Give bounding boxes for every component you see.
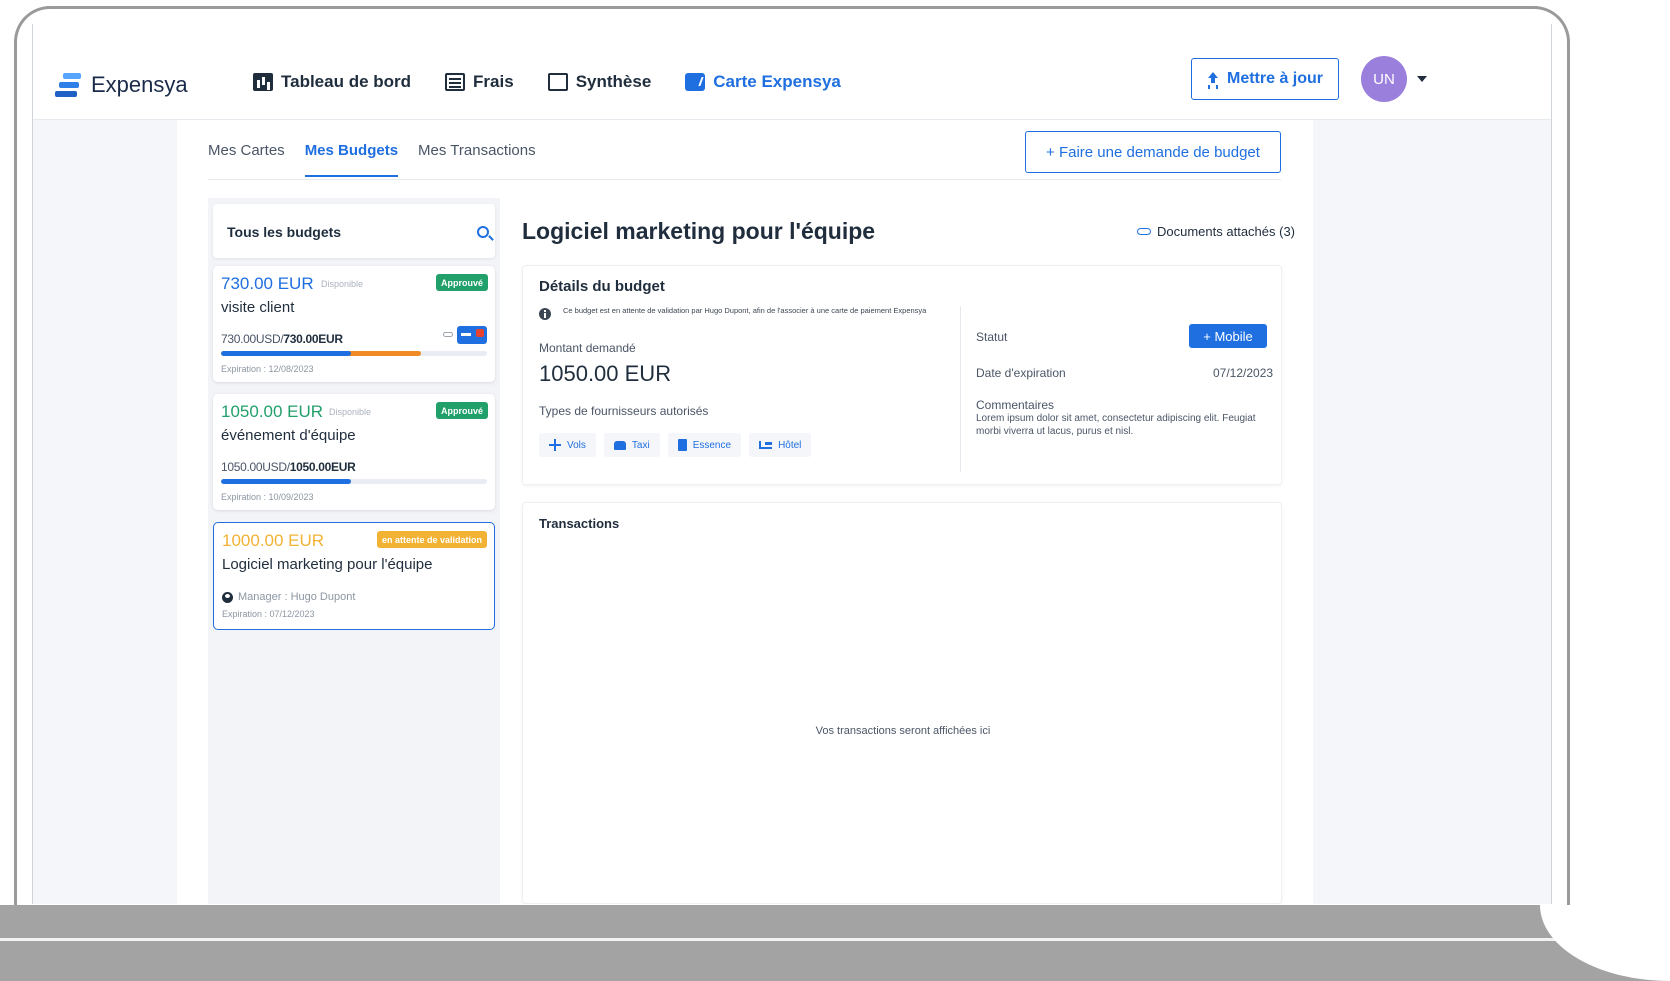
window-icon (547, 73, 568, 91)
supplier-tag-flights[interactable]: Vols (539, 433, 596, 457)
budget-details-card: Détails du budget Ce budget est en atten… (522, 265, 1282, 485)
nav-dashboard-label: Tableau de bord (281, 72, 412, 91)
details-section-title: Détails du budget (539, 278, 665, 295)
budget-name: événement d'équipe (221, 427, 356, 444)
attached-documents-link[interactable]: Documents attachés (3) (1137, 224, 1295, 239)
user-icon (222, 591, 233, 603)
update-button-label: Mettre à jour (1226, 70, 1323, 87)
top-navigation-bar: Expensya Tableau de bord Frais Synthèse … (33, 24, 1551, 120)
paperclip-icon (1137, 228, 1151, 235)
budget-progress-bar (221, 479, 487, 484)
transactions-empty-state: Vos transactions seront affichées ici (815, 725, 991, 737)
comments-text: Lorem ipsum dolor sit amet, consectetur … (976, 413, 1256, 437)
available-label: Disponible (321, 279, 364, 289)
expensya-logo-icon (55, 73, 81, 97)
upload-icon (1207, 72, 1219, 86)
comments-label: Commentaires (976, 398, 1055, 412)
nav-expenses-label: Frais (473, 72, 514, 91)
tab-my-budgets[interactable]: Mes Budgets (304, 142, 399, 177)
budget-detail-title: Logiciel marketing pour l'équipe (522, 218, 876, 244)
search-icon[interactable] (477, 226, 489, 238)
nav-dashboard[interactable]: Tableau de bord (253, 72, 411, 92)
request-budget-button[interactable]: + Faire une demande de budget (1025, 131, 1281, 173)
attached-documents-label: Documents attachés (3) (1157, 224, 1296, 239)
details-divider (960, 306, 961, 472)
supplier-tag-taxi[interactable]: Taxi (603, 433, 660, 457)
supplier-types-label: Types de fournisseurs autorisés (539, 404, 709, 418)
manager-label: Manager : Hugo Dupont (238, 591, 356, 603)
main-nav: Tableau de bord Frais Synthèse Carte Exp… (253, 72, 841, 92)
app-logo[interactable]: Expensya (55, 72, 188, 98)
nav-expenses[interactable]: Frais (445, 72, 514, 92)
fuel-pump-icon (677, 439, 687, 451)
user-avatar[interactable]: UN (1361, 56, 1407, 102)
app-screen: Expensya Tableau de bord Frais Synthèse … (32, 24, 1552, 904)
budget-amount: 1000.00 EUR (222, 531, 325, 550)
link-icon (443, 332, 453, 337)
expiration-date-label: Date d'expiration (976, 366, 1066, 380)
budget-expiration: Expiration : 10/09/2023 (221, 492, 314, 502)
app-name: Expensya (91, 72, 188, 97)
budget-spent-total: 730.00USD/730.00EUR (221, 332, 343, 346)
car-icon (613, 440, 626, 450)
budget-manager: Manager : Hugo Dupont (222, 591, 355, 603)
budget-card-client-visit[interactable]: 730.00 EUR Disponible Approuvé visite cl… (213, 266, 495, 382)
card-icon (685, 73, 706, 91)
nav-summary[interactable]: Synthèse (547, 72, 652, 92)
status-badge: Approuvé (435, 274, 488, 291)
laptop-base (0, 905, 1670, 981)
nav-expensya-card[interactable]: Carte Expensya (685, 72, 841, 92)
transactions-card: Transactions Vos transactions seront aff… (522, 502, 1282, 904)
tabs-divider (208, 179, 1281, 180)
status-badge: en attente de validation (376, 531, 487, 548)
payment-card-icon (457, 326, 487, 344)
status-label: Statut (976, 330, 1008, 344)
plane-icon (549, 439, 561, 451)
budget-list-title: Tous les budgets (227, 224, 342, 240)
budget-name: visite client (221, 299, 295, 316)
budget-list-header: Tous les budgets (213, 204, 495, 258)
budget-progress-bar (221, 351, 487, 356)
budget-expiration: Expiration : 12/08/2023 (221, 364, 314, 374)
budget-name: Logiciel marketing pour l'équipe (222, 556, 433, 573)
transactions-title: Transactions (539, 516, 620, 531)
validation-info-text: Ce budget est en attente de validation p… (563, 306, 927, 315)
budget-amount: 730.00 EUR (221, 274, 314, 293)
nav-summary-label: Synthèse (575, 72, 652, 91)
add-mobile-button[interactable]: + Mobile (1189, 324, 1267, 348)
chevron-down-icon[interactable] (1417, 76, 1427, 82)
supplier-tags: Vols Taxi Essence Hôtel (539, 433, 812, 457)
sub-tabs: Mes Cartes Mes Budgets Mes Transactions (208, 142, 536, 177)
supplier-tag-hotel[interactable]: Hôtel (749, 433, 812, 457)
budget-expiration: Expiration : 07/12/2023 (222, 609, 315, 619)
main-content: Mes Cartes Mes Budgets Mes Transactions … (177, 120, 1313, 904)
status-badge: Approuvé (435, 402, 488, 419)
tab-my-transactions[interactable]: Mes Transactions (418, 142, 536, 177)
update-button[interactable]: Mettre à jour (1191, 58, 1339, 100)
budget-spent-total: 1050.00USD/1050.00EUR (221, 460, 356, 474)
laptop-base-edge (0, 938, 1670, 941)
requested-amount: 1050.00 EUR (539, 361, 672, 386)
supplier-tag-fuel[interactable]: Essence (667, 433, 742, 457)
progress-blue (221, 479, 352, 484)
requested-amount-label: Montant demandé (539, 341, 636, 355)
info-icon (539, 308, 551, 320)
dashboard-icon (253, 73, 273, 91)
expiration-date-value: 07/12/2023 (1213, 366, 1274, 380)
budget-card-marketing-software[interactable]: 1000.00 EUR en attente de validation Log… (213, 522, 495, 630)
bed-icon (759, 441, 773, 449)
list-icon (445, 73, 466, 91)
budget-card-team-event[interactable]: 1050.00 EUR Disponible Approuvé événemen… (213, 394, 495, 510)
nav-expensya-card-label: Carte Expensya (713, 72, 841, 91)
available-label: Disponible (329, 407, 372, 417)
tab-my-cards[interactable]: Mes Cartes (208, 142, 285, 177)
budget-list-panel: Tous les budgets 730.00 EUR Disponible A… (208, 198, 500, 904)
budget-amount: 1050.00 EUR (221, 402, 324, 421)
progress-blue (221, 351, 352, 356)
